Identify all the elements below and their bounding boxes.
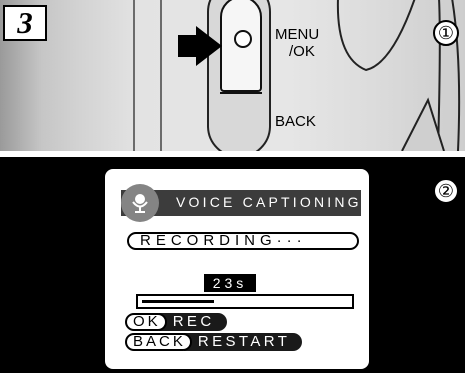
menu-ok-label: MENU /OK [275,26,319,60]
screen-title: VOICE CAPTIONING [176,194,362,210]
callout-1: ① [433,20,459,46]
button-dot [234,30,252,48]
rec-action: REC [158,313,227,331]
callout-2: ② [433,178,459,204]
recording-status: RECORDING··· [127,232,359,250]
menu-label-line2: /OK [289,43,315,60]
back-key: BACK [125,333,192,351]
progress-fill [142,300,214,303]
control-back-restart[interactable]: BACK RESTART [125,333,303,351]
camera-illustration: MENU /OK BACK [0,0,465,151]
microphone-icon [132,194,148,213]
recording-progress-bar [136,294,354,309]
voice-badge [121,184,159,222]
menu-label-line1: MENU [275,26,320,43]
elapsed-time: 23s [204,274,256,292]
menu-ok-button[interactable] [220,0,262,92]
ok-key: OK [125,313,167,331]
back-label: BACK [275,113,316,130]
switch-divider [220,92,262,94]
right-arrow-icon [178,26,222,66]
step-number: 3 [3,5,47,41]
restart-action: RESTART [183,333,303,351]
control-ok-rec[interactable]: OK REC [125,313,227,331]
